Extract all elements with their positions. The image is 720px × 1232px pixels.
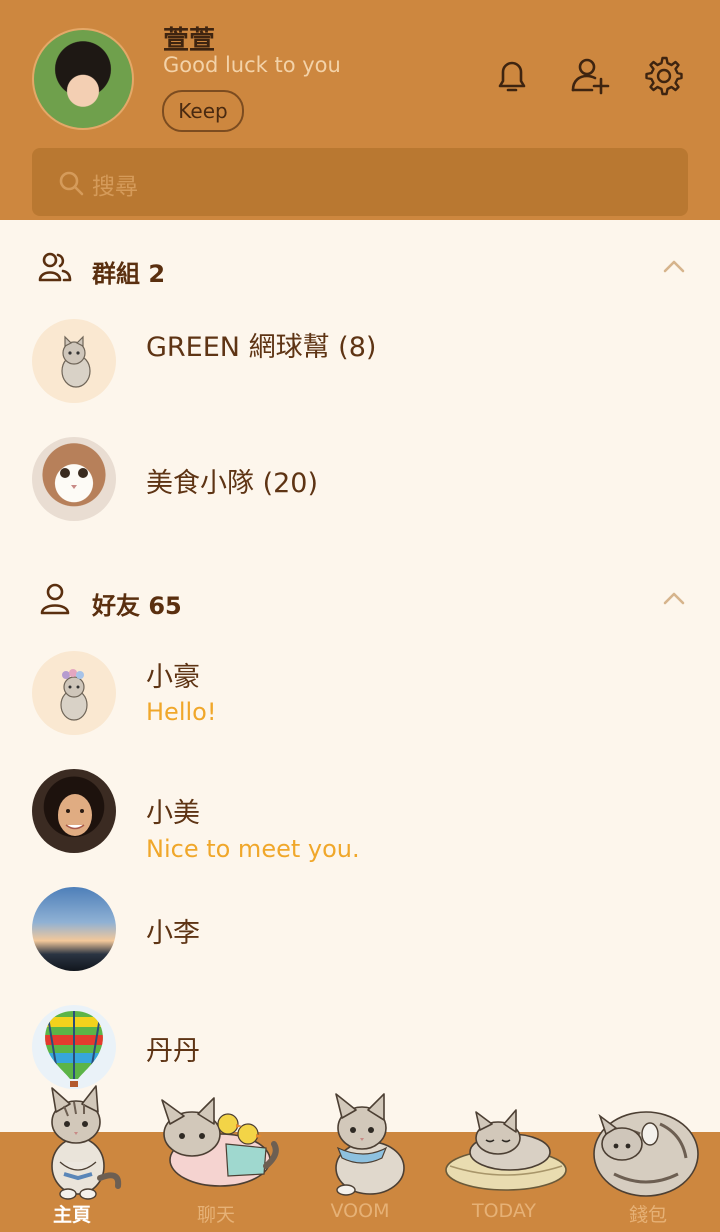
chevron-up-icon[interactable]	[662, 258, 686, 274]
hot-air-balloon-avatar	[32, 1005, 116, 1089]
voom-tab-cat-icon[interactable]	[320, 1090, 412, 1200]
group-row[interactable]: GREEN 網球幫 (8)	[0, 319, 720, 419]
search-placeholder[interactable]: 搜尋	[92, 167, 138, 201]
home-tab-cat-icon[interactable]	[34, 1082, 126, 1200]
nav-tab-today[interactable]: TODAY	[432, 1200, 576, 1222]
friend-row[interactable]: 小美 Nice to meet you.	[0, 769, 720, 869]
sky-landscape-avatar	[32, 887, 116, 971]
cat-photo-avatar	[32, 437, 116, 521]
groups-section-title: 群組 2	[92, 260, 166, 288]
nav-tab-home[interactable]: 主頁	[0, 1200, 144, 1227]
today-tab-cat-icon[interactable]	[440, 1104, 570, 1198]
group-name: GREEN 網球幫 (8)	[146, 332, 377, 363]
chevron-up-icon[interactable]	[662, 590, 686, 606]
friend-status-message: Nice to meet you.	[146, 835, 360, 863]
bell-icon[interactable]	[492, 56, 532, 96]
groups-section-header[interactable]: 群組 2	[0, 250, 720, 300]
friend-row[interactable]: 小豪 Hello!	[0, 651, 720, 751]
group-name: 美食小隊 (20)	[146, 468, 319, 499]
profile-status-message[interactable]: Good luck to you	[163, 53, 341, 77]
chat-tab-cat-icon[interactable]	[156, 1094, 282, 1198]
friend-status-message: Hello!	[146, 698, 217, 726]
friends-section-header[interactable]: 好友 65	[0, 582, 720, 632]
profile-header: 萱萱 Good luck to you Keep 搜尋	[0, 0, 720, 220]
nav-tab-wallet[interactable]: 錢包	[576, 1200, 720, 1227]
search-icon	[59, 171, 84, 196]
friend-name: 小美	[146, 798, 200, 829]
keep-button[interactable]: Keep	[162, 90, 244, 132]
nav-tab-chats[interactable]: 聊天	[144, 1200, 288, 1227]
nav-tab-voom[interactable]: VOOM	[288, 1200, 432, 1222]
cat-with-flower-sticker-avatar	[32, 651, 116, 735]
group-icon	[38, 252, 72, 282]
friend-row[interactable]: 小李	[0, 887, 720, 987]
friend-name: 小豪	[146, 662, 200, 693]
woman-portrait-avatar	[32, 769, 116, 853]
group-row[interactable]: 美食小隊 (20)	[0, 437, 720, 537]
profile-name[interactable]: 萱萱	[163, 20, 215, 57]
profile-avatar[interactable]	[32, 28, 134, 130]
settings-gear-icon[interactable]	[644, 56, 684, 96]
friend-name: 丹丹	[146, 1036, 200, 1067]
friends-section-title: 好友 65	[92, 592, 182, 620]
cat-sticker-avatar	[32, 319, 116, 403]
add-friend-icon[interactable]	[570, 56, 610, 96]
friend-name: 小李	[146, 918, 200, 949]
friend-icon	[40, 583, 70, 615]
wallet-tab-cat-icon[interactable]	[590, 1104, 702, 1200]
